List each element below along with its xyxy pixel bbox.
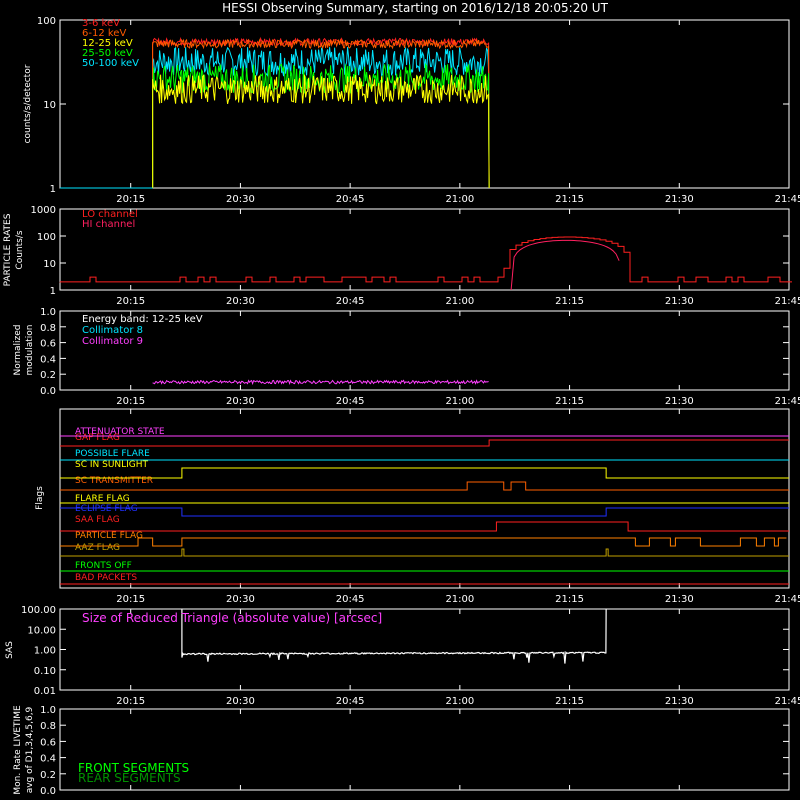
mod-ylabel-1: Normalized — [13, 324, 23, 375]
live-ylabel-2: avg of D1,3,4,5,6,9 — [25, 706, 35, 793]
flag-label-10: FRONTS OFF — [75, 561, 132, 571]
flag-label-2: POSSIBLE FLARE — [75, 449, 150, 459]
flags-xtick-label: 21:00 — [445, 594, 474, 605]
flag-line-1 — [60, 439, 789, 447]
sas-ytick-label: 0.10 — [34, 666, 56, 677]
flag-label-1: GAP FLAG — [75, 433, 120, 443]
particle-lo-channel — [59, 236, 792, 283]
mod-xtick-label: 21:15 — [555, 396, 584, 407]
sas-ylabel: SAS — [5, 641, 15, 659]
particle-xtick-label: 20:15 — [116, 296, 145, 307]
sas-xtick-label: 21:15 — [555, 696, 584, 707]
live-legend-rear: REAR SEGMENTS — [78, 771, 181, 785]
flag-label-8: PARTICLE FLAG — [75, 531, 143, 541]
flag-label-6: ECLIPSE FLAG — [75, 504, 138, 514]
flag-label-7: SAA FLAG — [75, 515, 120, 525]
counts-series-4 — [152, 46, 490, 189]
flag-line-3 — [60, 467, 789, 479]
particle-ylabel-2: Counts/s — [15, 230, 25, 269]
flags-xtick-label: 20:45 — [336, 594, 365, 605]
mod-collimator-9 — [152, 379, 489, 386]
mod-ytick-label: 0.8 — [40, 323, 56, 334]
sas-xtick-label: 20:30 — [226, 696, 255, 707]
mod-xtick-label: 21:45 — [775, 396, 800, 407]
particle-frame — [59, 208, 790, 291]
flag-label-9: AAZ FLAG — [75, 543, 120, 553]
sas-xtick-label: 21:45 — [775, 696, 800, 707]
counts-xtick-label: 20:15 — [116, 194, 145, 205]
flag-line-6 — [60, 507, 789, 517]
counts-ytick-label: 100 — [37, 16, 56, 27]
mod-xtick-label: 21:00 — [445, 396, 474, 407]
counts-ytick-label: 10 — [43, 100, 56, 111]
mod-ylabel-2: modulation — [25, 325, 35, 376]
flags-xtick-label: 20:15 — [116, 594, 145, 605]
mod-legend-c8: Collimator 8 — [82, 325, 143, 336]
mod-ytick-label: 0.4 — [40, 354, 56, 365]
live-ytick-label: 0.8 — [40, 721, 56, 732]
flags-ylabel: Flags — [35, 486, 45, 510]
particle-ylabel-1: PARTICLE RATES — [3, 213, 13, 286]
hessi-summary-page: HESSI Observing Summary, starting on 201… — [0, 0, 800, 800]
mod-xtick-label: 21:30 — [665, 396, 694, 407]
live-ytick-label: 1.0 — [40, 705, 56, 716]
flag-line-8 — [60, 537, 787, 547]
sas-xtick-label: 21:00 — [445, 696, 474, 707]
counts-xtick-label: 20:30 — [226, 194, 255, 205]
particle-ytick-label: 1000 — [31, 205, 56, 216]
sas-xtick-label: 21:30 — [665, 696, 694, 707]
mod-xtick-label: 20:15 — [116, 396, 145, 407]
particle-xtick-label: 21:45 — [775, 296, 800, 307]
particle-xtick-label: 21:30 — [665, 296, 694, 307]
mod-legend-band: Energy band: 12-25 keV — [82, 314, 203, 325]
flags-xtick-label: 21:15 — [555, 594, 584, 605]
sas-ytick-label: 10.00 — [27, 625, 56, 636]
flags-xtick-label: 21:30 — [665, 594, 694, 605]
particle-ytick-label: 10 — [43, 259, 56, 270]
mod-xtick-label: 20:30 — [226, 396, 255, 407]
counts-xtick-label: 21:45 — [775, 194, 800, 205]
sas-label: Size of Reduced Triangle (absolute value… — [82, 611, 382, 625]
flag-line-9 — [60, 548, 789, 557]
particle-xtick-label: 21:15 — [555, 296, 584, 307]
particle-hi-channel — [510, 239, 620, 291]
counts-xtick-label: 21:15 — [555, 194, 584, 205]
particle-xtick-label: 21:00 — [445, 296, 474, 307]
counts-xtick-label: 21:30 — [665, 194, 694, 205]
counts-legend-4: 50-100 keV — [82, 58, 139, 69]
live-ytick-label: 0.0 — [40, 786, 56, 797]
mod-ytick-label: 1.0 — [40, 307, 56, 318]
summary-chart: HESSI Observing Summary, starting on 201… — [3, 1, 800, 797]
particle-legend-hi: HI channel — [82, 219, 135, 230]
flag-line-7 — [60, 521, 789, 532]
counts-xtick-label: 21:00 — [445, 194, 474, 205]
particle-xtick-label: 20:30 — [226, 296, 255, 307]
chart-title: HESSI Observing Summary, starting on 201… — [222, 1, 608, 15]
sas-ytick-label: 0.01 — [34, 686, 56, 697]
mod-legend-c9: Collimator 9 — [82, 336, 143, 347]
particle-xtick-label: 20:45 — [336, 296, 365, 307]
sas-xtick-label: 20:45 — [336, 696, 365, 707]
counts-ytick-label: 1 — [50, 184, 56, 195]
mod-xtick-label: 20:45 — [336, 396, 365, 407]
sas-ytick-label: 1.00 — [34, 646, 56, 657]
counts-xtick-label: 20:45 — [336, 194, 365, 205]
particle-ytick-label: 100 — [37, 232, 56, 243]
flags-xtick-label: 20:30 — [226, 594, 255, 605]
particle-ytick-label: 1 — [50, 286, 56, 297]
flag-label-11: BAD PACKETS — [75, 573, 137, 583]
flag-label-3: SC IN SUNLIGHT — [75, 460, 149, 470]
mod-ytick-label: 0.0 — [40, 386, 56, 397]
live-ytick-label: 0.4 — [40, 754, 56, 765]
mod-ytick-label: 0.6 — [40, 339, 56, 350]
flags-xtick-label: 21:45 — [775, 594, 800, 605]
flag-line-4 — [60, 481, 789, 491]
live-ytick-label: 0.6 — [40, 737, 56, 748]
live-ylabel-1: Mon. Rate LIVETIME — [13, 705, 23, 795]
sas-xtick-label: 20:15 — [116, 696, 145, 707]
sas-ytick-label: 100.00 — [21, 605, 56, 616]
live-ytick-label: 0.2 — [40, 770, 56, 781]
counts-ylabel: counts/s/detector — [23, 64, 33, 143]
mod-ytick-label: 0.2 — [40, 370, 56, 381]
